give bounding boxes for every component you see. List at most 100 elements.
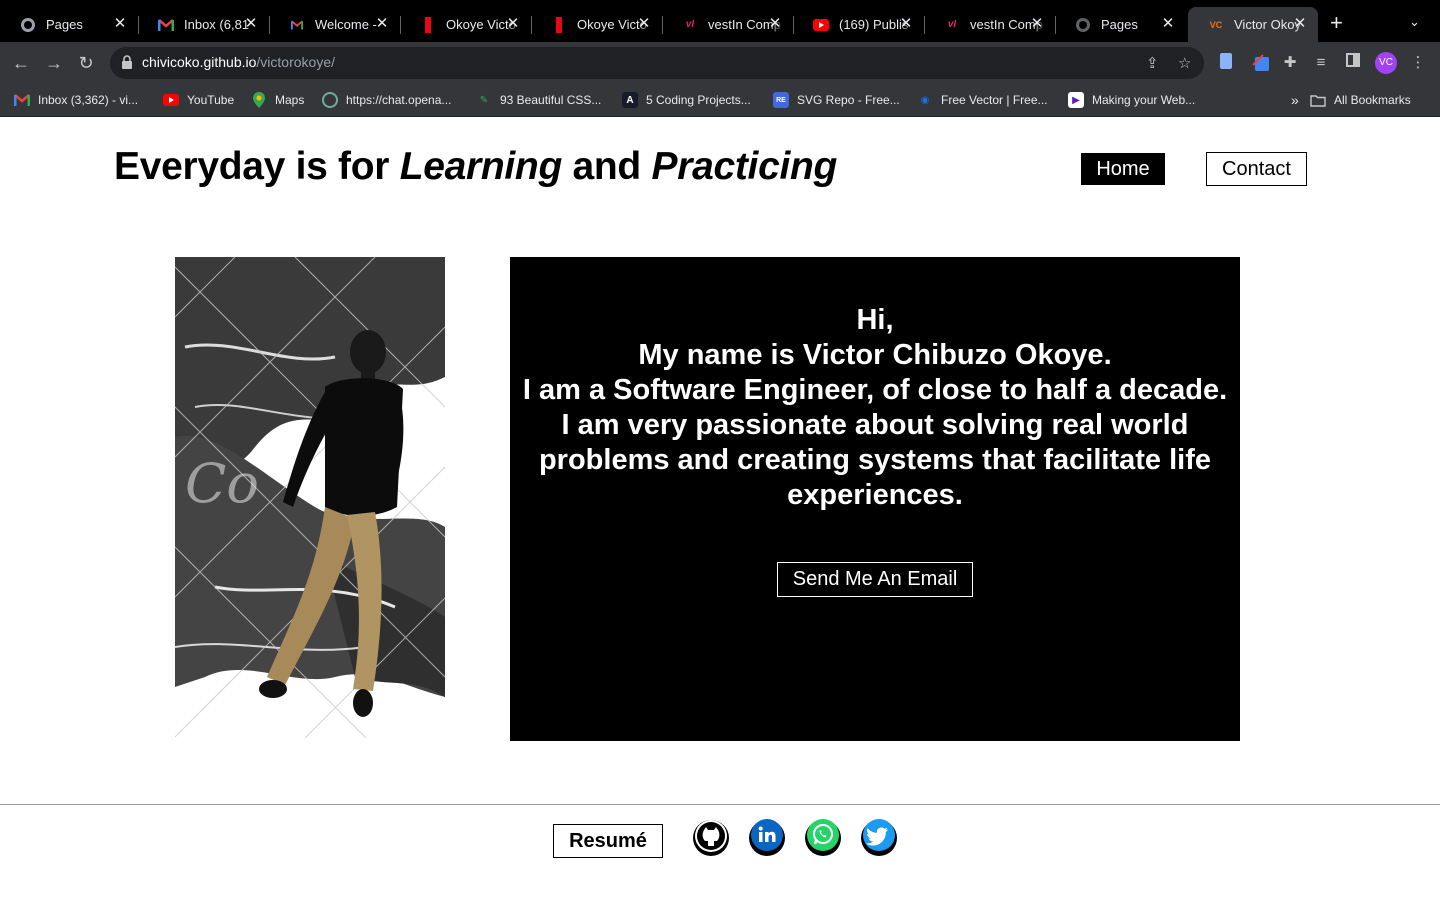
tab-welcome[interactable]: Welcome - ✕ [269,7,400,42]
reload-icon[interactable]: ↻ [75,52,97,74]
bookmarks-overflow[interactable]: » [1291,92,1299,108]
tab-okoye-1[interactable]: Okoye Victo ✕ [400,7,531,42]
linkedin-icon[interactable] [748,818,786,856]
tab-youtube[interactable]: (169) Publis ✕ [793,7,924,42]
gmail-icon [158,17,174,33]
bookmark-label: https://chat.opena... [346,93,452,107]
footer-divider [0,804,1440,805]
youtube-icon [163,92,179,108]
openai-icon [322,92,338,108]
bookmark-svg-repo[interactable]: RE SVG Repo - Free... [773,92,900,108]
send-email-button[interactable]: Send Me An Email [777,562,973,597]
extensions-puzzle-icon[interactable]: ✚ [1280,53,1300,73]
page-content: Everyday is for Learning and Practicing … [0,117,1440,900]
more-menu-icon[interactable]: ⋮ [1408,53,1428,73]
intro-panel: Hi, My name is Victor Chibuzo Okoye. I a… [510,257,1240,741]
tab-strip: Pages ✕ Inbox (6,81 ✕ Welcome - ✕ Okoye … [0,0,1440,42]
css-icon: ✎ [479,94,489,106]
intro-text: Hi, My name is Victor Chibuzo Okoye. I a… [510,303,1240,513]
new-tab-icon[interactable]: + [1330,12,1343,34]
tab-victor-okoye[interactable]: VC Victor Okoy ✕ [1188,7,1318,42]
url-host: chivicoko.github.io [142,54,257,70]
code-icon: A [622,92,638,108]
bookmark-css[interactable]: ✎ 93 Beautiful CSS... [476,92,602,108]
red-bar-icon [551,16,567,33]
forward-arrow-icon[interactable]: → [43,52,65,74]
tab-vestin-2[interactable]: vI vestIn Comp ✕ [924,7,1055,42]
bookmark-chat-openai[interactable]: https://chat.opena... [322,92,451,108]
intro-line: I am a Software Engineer, of close to ha… [522,374,1228,406]
browser-toolbar: ← → ↻ chivicoko.github.io/victorokoye/ ⇪… [0,42,1440,84]
address-bar[interactable]: chivicoko.github.io/victorokoye/ ⇪ ☆ [110,47,1204,79]
bookmark-label: Maps [275,93,305,107]
vestin-icon: vI [947,19,957,30]
close-icon[interactable]: ✕ [1029,16,1045,32]
close-icon[interactable]: ✕ [374,16,390,32]
tab-pages-2[interactable]: Pages ✕ [1055,7,1186,42]
media-control-icon[interactable]: ≡ [1311,53,1331,73]
bookmark-label: SVG Repo - Free... [797,93,900,107]
close-icon[interactable]: ✕ [636,16,652,32]
profile-photo: Co [175,257,445,738]
github-icon [1075,17,1091,33]
bookmark-inbox[interactable]: Inbox (3,362) - vi... [14,92,138,108]
github-icon[interactable] [692,818,730,856]
nav-home-button[interactable]: Home [1081,153,1165,185]
all-bookmarks-label: All Bookmarks [1334,93,1411,107]
url-path: /victorokoye/ [256,54,335,70]
intro-line: Hi, [856,304,894,336]
tab-search-chevron-icon[interactable]: ⌄ [1409,14,1420,30]
profile-avatar[interactable]: VC [1375,52,1397,74]
extension-translate-icon[interactable] [1250,53,1270,73]
close-icon[interactable]: ✕ [1160,16,1176,32]
star-icon[interactable]: ☆ [1178,54,1191,72]
freepik-icon: ◉ [920,94,930,106]
url-text: chivicoko.github.io/victorokoye/ [142,54,335,70]
back-arrow-icon[interactable]: ← [10,52,32,74]
bookmark-youtube[interactable]: YouTube [163,92,234,108]
red-bar-icon [420,16,436,33]
bookmark-label: YouTube [187,93,235,107]
headline-italic: Learning [399,145,563,188]
youtube-icon [813,17,829,33]
headline-italic: Practicing [651,145,838,188]
tab-inbox[interactable]: Inbox (6,81 ✕ [138,7,269,42]
close-icon[interactable]: ✕ [505,16,521,32]
tab-okoye-2[interactable]: Okoye Victo ✕ [531,7,662,42]
bookmark-making-web[interactable]: ▶ Making your Web... [1068,92,1195,108]
bookmark-free-vector[interactable]: ◉ Free Vector | Free... [917,92,1048,108]
whatsapp-icon[interactable] [804,818,842,856]
extension-docs-icon[interactable] [1216,53,1236,73]
nav-contact-button[interactable]: Contact [1206,152,1307,186]
close-icon[interactable]: ✕ [112,16,128,32]
all-bookmarks[interactable]: All Bookmarks [1310,92,1411,108]
bookmark-maps[interactable]: Maps [251,92,304,108]
bookmark-label: Making your Web... [1092,93,1196,107]
bookmarks-bar: Inbox (3,362) - vi... YouTube Maps https… [0,84,1440,117]
close-icon[interactable]: ✕ [767,16,783,32]
bookmark-label: Free Vector | Free... [941,93,1048,107]
vc-icon: VC [1209,19,1223,30]
page-headline: Everyday is for Learning and Practicing [114,145,837,189]
lock-icon [122,55,132,69]
tab-vestin-1[interactable]: vI vestIn Comp ✕ [662,7,793,42]
headline-part: and [561,145,652,188]
tab-pages-1[interactable]: Pages ✕ [0,7,138,42]
maps-icon [251,92,267,108]
bookmark-label: Inbox (3,362) - vi... [38,93,139,107]
play-icon: ▶ [1068,92,1084,108]
svg-text:Co: Co [185,452,259,515]
gmail-icon [14,92,30,108]
resume-button[interactable]: Resumé [553,824,663,858]
bookmark-coding-projects[interactable]: A 5 Coding Projects... [622,92,751,108]
side-panel-icon[interactable] [1343,53,1363,73]
twitter-icon[interactable] [860,818,898,856]
close-icon[interactable]: ✕ [243,16,259,32]
intro-line: My name is Victor Chibuzo Okoye. [638,339,1112,371]
tab-title: Pages [46,17,83,32]
close-icon[interactable]: ✕ [1292,16,1308,32]
gmail-icon [289,17,305,33]
share-icon[interactable]: ⇪ [1146,54,1159,72]
close-icon[interactable]: ✕ [898,16,914,32]
intro-line: I am very passionate about solving real … [561,409,1189,441]
